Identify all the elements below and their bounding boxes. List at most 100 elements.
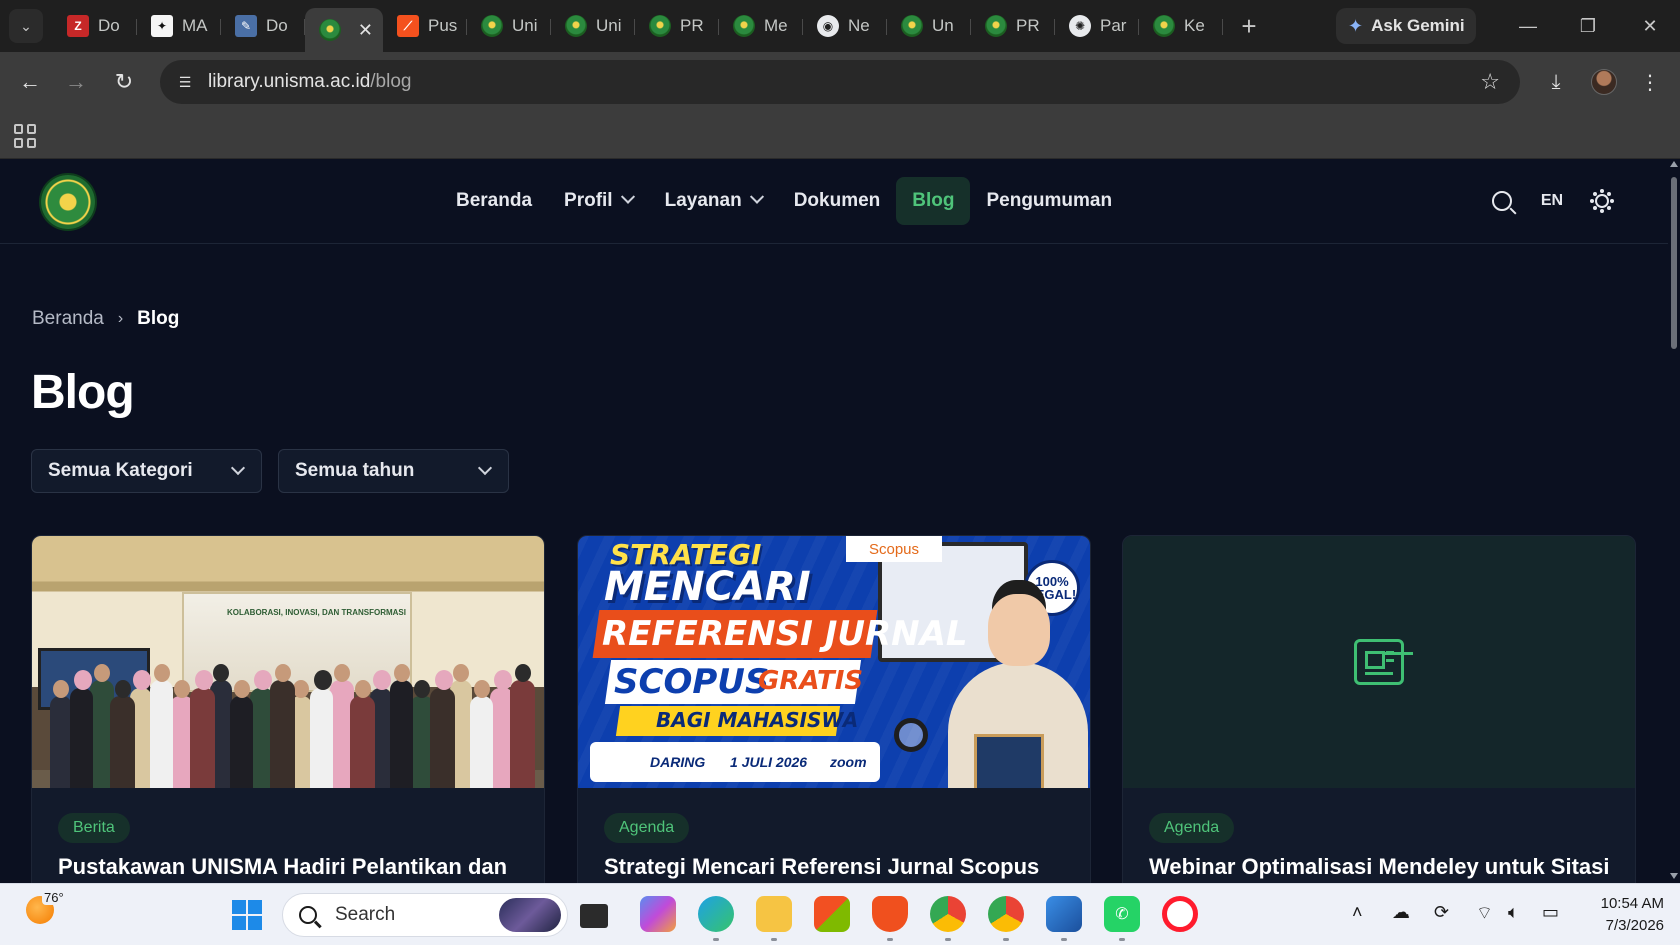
file-explorer-icon[interactable]	[756, 896, 792, 941]
browser-tab[interactable]: PR	[971, 7, 1055, 45]
browser-tab[interactable]: Z Do	[53, 7, 137, 45]
reload-button[interactable]: ↻	[106, 64, 142, 100]
scroll-up-arrow-icon[interactable]	[1670, 161, 1678, 167]
battery-icon[interactable]: ▭	[1542, 902, 1559, 923]
blog-card[interactable]: KOLABORASI, INOVASI, DAN TRANSFORMASI Be…	[31, 535, 545, 883]
breadcrumb: Beranda › Blog	[32, 308, 179, 330]
forward-button[interactable]: →	[58, 64, 94, 100]
blog-card[interactable]: Agenda Webinar Optimalisasi Mendeley unt…	[1122, 535, 1636, 883]
chrome-profile-icon[interactable]	[988, 896, 1024, 941]
page-scrollbar[interactable]	[1668, 159, 1680, 883]
show-hidden-icons-chevron[interactable]: ˄	[1352, 902, 1363, 923]
brave-icon[interactable]	[872, 896, 908, 941]
url-path: /blog	[370, 71, 412, 92]
tab-label: Ke	[1184, 16, 1205, 35]
site-info-icon[interactable]: ☰	[170, 67, 200, 97]
category-badge: Agenda	[604, 813, 690, 843]
browser-tab[interactable]: ✦ MA	[137, 7, 221, 45]
download-icon[interactable]: ⤓	[1538, 64, 1574, 100]
nav-item-blog[interactable]: Blog	[896, 177, 971, 225]
card-title[interactable]: Webinar Optimalisasi Mendeley untuk Sita…	[1149, 854, 1619, 880]
category-filter-value: Semua Kategori	[48, 460, 193, 481]
browser-tab[interactable]: Ke	[1139, 7, 1223, 45]
scrollbar-thumb[interactable]	[1671, 177, 1677, 349]
nav-label: Pengumuman	[986, 190, 1113, 211]
person-figure	[50, 680, 72, 788]
new-tab-button[interactable]: +	[1231, 8, 1267, 44]
scroll-down-arrow-icon[interactable]	[1670, 873, 1678, 879]
person-figure	[150, 664, 173, 788]
minimize-button[interactable]: —	[1508, 10, 1548, 42]
blog-card[interactable]: Scopus 100% LEGAL! STRATEGI MENCARI REFE…	[577, 535, 1091, 883]
system-clock[interactable]: 10:54 AM 7/3/2026	[1584, 893, 1664, 937]
profile-avatar[interactable]	[1586, 64, 1622, 100]
photos-icon[interactable]	[1046, 896, 1082, 941]
browser-tab[interactable]: Me	[719, 7, 803, 45]
browser-toolbar: ← → ↻ ☰ library.unisma.ac.id/blog ☆ ⤓ ⋮	[0, 52, 1680, 114]
apps-grid-icon[interactable]	[14, 124, 38, 148]
category-filter-select[interactable]: Semua Kategori	[31, 449, 262, 493]
windows-start-button[interactable]	[232, 900, 262, 930]
restore-button[interactable]: ❐	[1568, 10, 1608, 42]
taskbar-search[interactable]: Search	[282, 893, 568, 937]
banner-text: KOLABORASI, INOVASI, DAN TRANSFORMASI	[227, 608, 406, 617]
search-icon	[299, 906, 317, 924]
nav-item-pengumuman[interactable]: Pengumuman	[970, 177, 1128, 225]
browser-tab[interactable]: Uni	[551, 7, 635, 45]
ask-gemini-button[interactable]: ✦ Ask Gemini	[1336, 8, 1476, 44]
volume-icon[interactable]: 🔈︎	[1508, 902, 1519, 923]
sync-icon[interactable]: ⟳	[1434, 902, 1449, 923]
address-bar[interactable]: ☰ library.unisma.ac.id/blog ☆	[160, 60, 1520, 104]
browser-tab-active[interactable]: ✕	[305, 8, 383, 52]
card-title[interactable]: Strategi Mencari Referensi Jurnal Scopus	[604, 854, 1074, 880]
browser-tab[interactable]: Un	[887, 7, 971, 45]
close-tab-icon[interactable]: ✕	[358, 20, 373, 41]
language-toggle[interactable]: EN	[1534, 183, 1570, 219]
ma-icon: ✦	[151, 15, 173, 37]
poster-line: BAGI MAHASISWA	[656, 708, 859, 732]
bookmark-star-icon[interactable]: ☆	[1480, 69, 1500, 95]
site-header: Beranda Profil Layanan Dokumen Blog Peng…	[0, 159, 1668, 244]
unisma-icon	[481, 15, 503, 37]
microsoft-store-icon[interactable]	[814, 896, 850, 932]
close-window-button[interactable]: ✕	[1630, 10, 1670, 42]
nav-item-beranda[interactable]: Beranda	[440, 177, 548, 225]
weather-widget[interactable]: 76°	[26, 890, 66, 928]
wifi-icon[interactable]: ⌔	[1476, 902, 1493, 925]
chrome-icon[interactable]	[930, 896, 966, 941]
m365-icon[interactable]	[640, 896, 676, 932]
cloud-off-icon[interactable]: ☁	[1392, 902, 1410, 923]
menu-kebab-icon[interactable]: ⋮	[1632, 64, 1668, 100]
url-text[interactable]: library.unisma.ac.id/blog	[208, 71, 411, 93]
card-title[interactable]: Pustakawan UNISMA Hadiri Pelantikan dan	[58, 854, 528, 880]
nav-item-dokumen[interactable]: Dokumen	[778, 177, 897, 225]
theme-toggle[interactable]	[1584, 183, 1620, 219]
browser-tab[interactable]: ◉ Ne	[803, 7, 887, 45]
back-button[interactable]: ←	[12, 64, 48, 100]
browser-tab[interactable]: ⟋ Pus	[383, 7, 467, 45]
browser-tab[interactable]: ✺ Par	[1055, 7, 1139, 45]
nav-item-layanan[interactable]: Layanan	[649, 177, 778, 225]
breadcrumb-home[interactable]: Beranda	[32, 308, 104, 330]
edge-icon[interactable]	[698, 896, 734, 941]
whatsapp-icon[interactable]: ✆	[1104, 896, 1140, 941]
tab-search-button[interactable]: ⌄	[9, 9, 43, 43]
main-nav: Beranda Profil Layanan Dokumen Blog Peng…	[440, 177, 1128, 225]
chevron-down-icon	[230, 460, 246, 476]
unisma-logo[interactable]	[41, 175, 95, 229]
nav-item-profil[interactable]: Profil	[548, 177, 649, 225]
person-figure	[470, 680, 493, 788]
person-figure	[390, 664, 413, 788]
browser-tab[interactable]: PR	[635, 7, 719, 45]
document-icon: ✎	[235, 15, 257, 37]
task-view-icon[interactable]	[580, 904, 608, 928]
browser-tab[interactable]: Uni	[467, 7, 551, 45]
browser-tab[interactable]: ✎ Do	[221, 7, 305, 45]
site-search-button[interactable]	[1484, 183, 1520, 219]
person-figure	[190, 670, 215, 788]
tab-label: Do	[266, 16, 288, 35]
year-filter-select[interactable]: Semua tahun	[278, 449, 509, 493]
breadcrumb-current: Blog	[137, 308, 180, 329]
opera-icon[interactable]	[1162, 896, 1198, 932]
tab-label: Uni	[512, 16, 538, 35]
